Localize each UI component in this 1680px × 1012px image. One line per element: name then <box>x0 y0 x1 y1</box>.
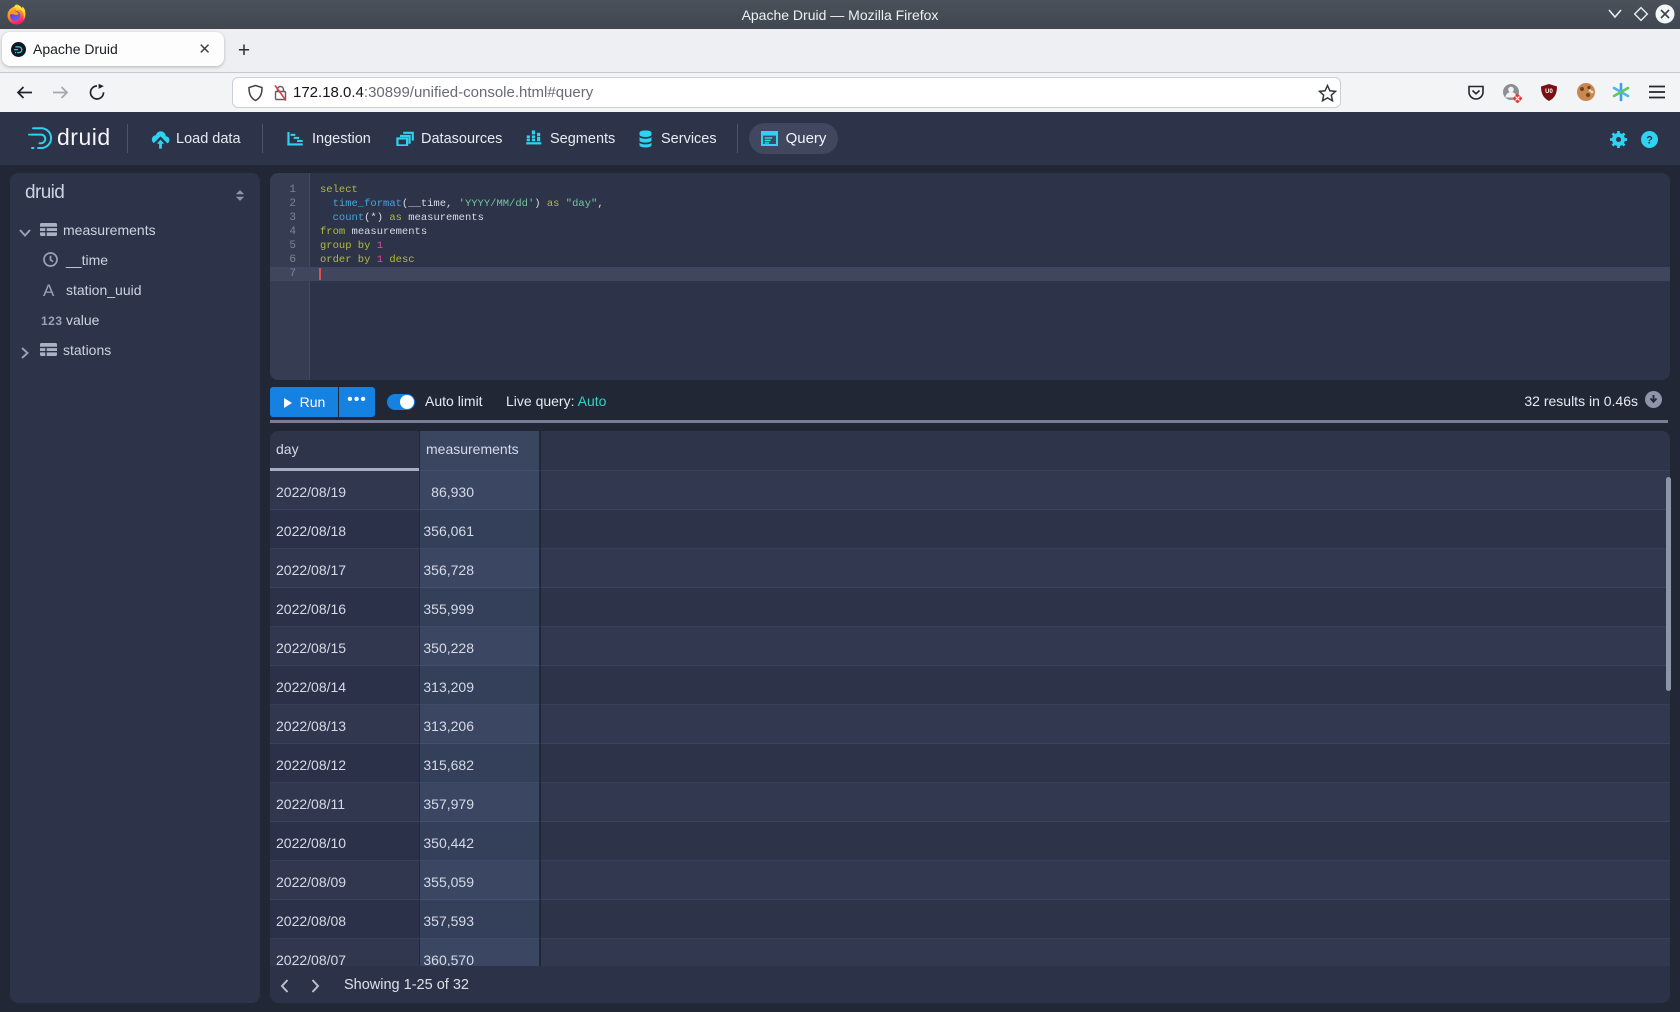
svg-text:U0: U0 <box>1545 89 1553 95</box>
svg-text:?: ? <box>1646 134 1653 146</box>
